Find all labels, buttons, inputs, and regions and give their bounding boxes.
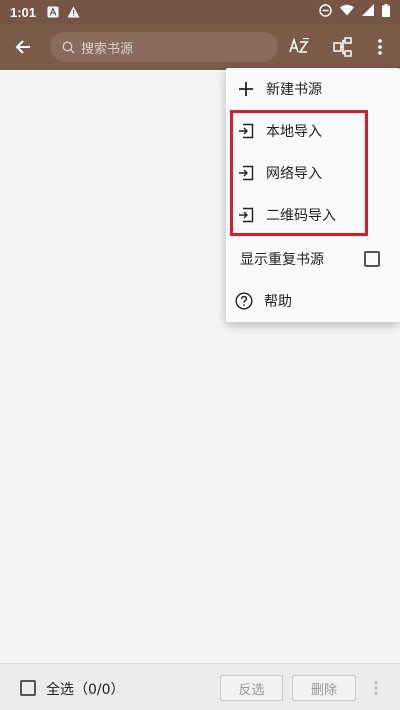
invert-selection-button[interactable]: 反选: [220, 675, 283, 701]
menu-item-new-source[interactable]: 新建书源: [226, 68, 400, 110]
search-placeholder: 搜索书源: [81, 41, 134, 57]
import-options-highlight: [230, 110, 368, 236]
search-icon: [62, 41, 75, 54]
menu-item-label: 显示重复书源: [240, 252, 324, 268]
menu-item-help[interactable]: 帮助: [226, 280, 400, 322]
help-icon: [234, 291, 254, 311]
sort-az-icon: [289, 38, 309, 53]
battery-icon: [382, 3, 390, 21]
menu-item-show-duplicates[interactable]: 显示重复书源: [226, 238, 400, 280]
warning-icon: [66, 5, 80, 19]
menu-item-label: 新建书源: [266, 82, 322, 98]
status-bar: 1:01: [0, 0, 400, 24]
back-button[interactable]: [0, 24, 46, 70]
select-all-label: 全选（0/0）: [46, 682, 125, 698]
sort-button[interactable]: [280, 24, 320, 70]
more-vert-icon: [374, 681, 378, 695]
add-icon: [236, 79, 256, 99]
wifi-icon: [340, 4, 354, 20]
search-input[interactable]: 搜索书源: [50, 32, 278, 62]
group-icon: [333, 37, 352, 57]
show-duplicates-checkbox[interactable]: [364, 251, 380, 267]
group-button[interactable]: [323, 24, 363, 70]
do-not-disturb-icon: [319, 3, 332, 21]
signal-icon: [362, 4, 374, 20]
bottom-more-button[interactable]: [373, 680, 379, 700]
status-time: 1:01: [10, 4, 37, 20]
more-options-button[interactable]: [360, 24, 400, 70]
select-all-checkbox[interactable]: [20, 680, 36, 696]
delete-label: 删除: [310, 682, 337, 698]
menu-item-label: 帮助: [264, 294, 292, 310]
more-vert-icon: [378, 39, 382, 55]
a-badge-icon: [46, 5, 60, 19]
top-app-bar: 搜索书源: [0, 24, 400, 70]
bottom-action-bar: 全选（0/0） 反选 删除: [0, 663, 400, 710]
invert-selection-label: 反选: [238, 682, 265, 698]
arrow-back-icon: [15, 40, 30, 54]
delete-button[interactable]: 删除: [292, 675, 356, 701]
